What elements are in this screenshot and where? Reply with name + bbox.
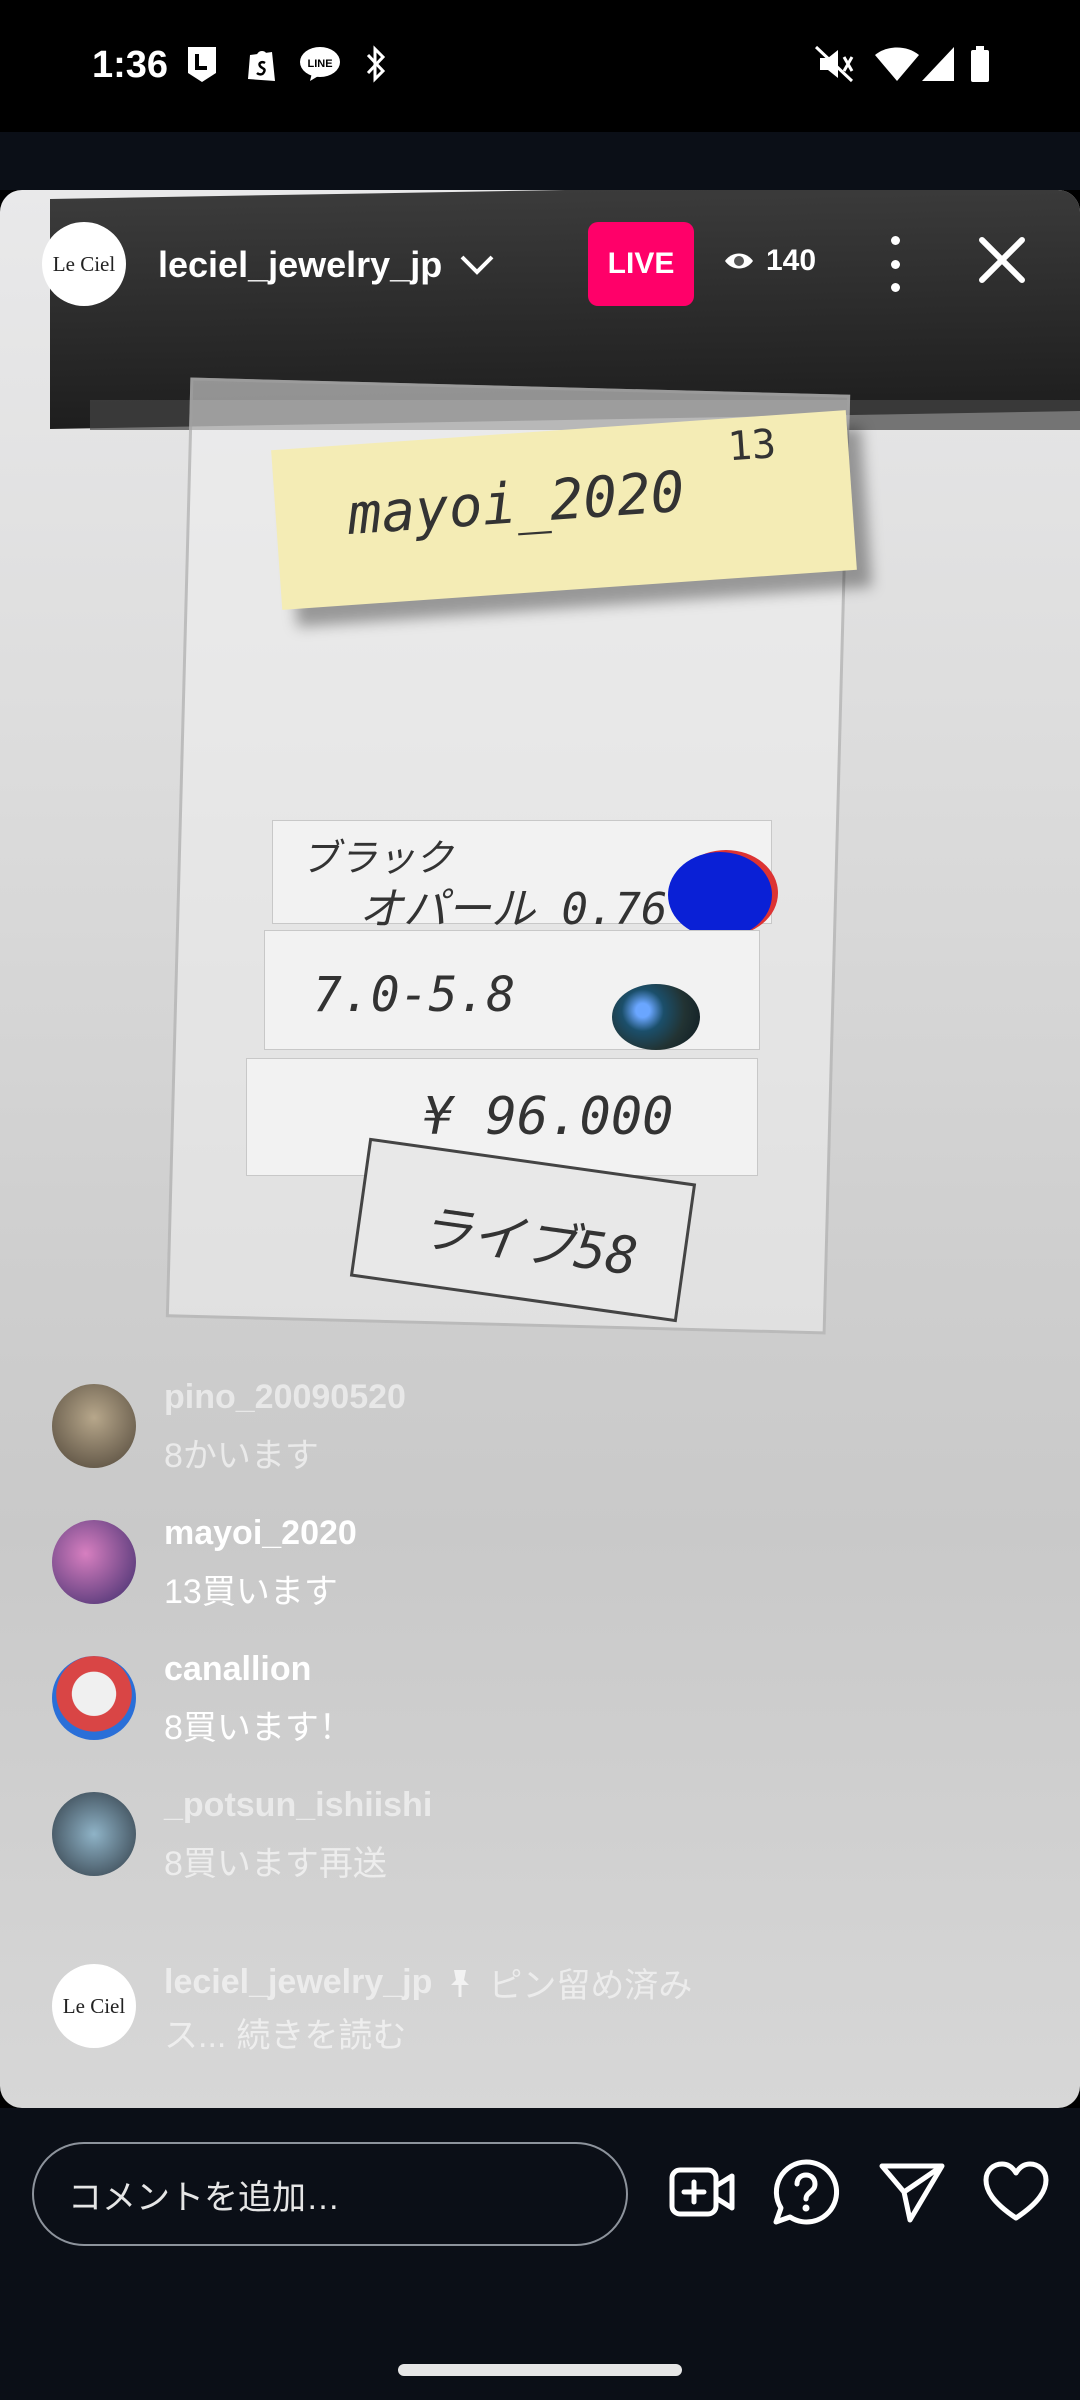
pin-icon bbox=[451, 1969, 470, 1997]
comment-avatar bbox=[52, 1520, 136, 1604]
dot bbox=[890, 283, 900, 292]
send-icon[interactable] bbox=[878, 2158, 946, 2226]
shopify-icon bbox=[242, 44, 282, 84]
dot bbox=[890, 236, 900, 245]
pinned-avatar-text: Le Ciel bbox=[62, 1993, 126, 2018]
comment-avatar bbox=[52, 1792, 136, 1876]
pinned-avatar: Le Ciel bbox=[52, 1964, 136, 2048]
line-badge-text: LINE bbox=[307, 58, 332, 70]
question-icon[interactable] bbox=[772, 2158, 840, 2226]
host-avatar-text: Le Ciel bbox=[52, 251, 116, 276]
sticky-number: 13 bbox=[726, 421, 778, 471]
close-icon[interactable] bbox=[974, 232, 1030, 288]
comment-bar: コメントを追加… bbox=[0, 2108, 1080, 2400]
comment-avatar bbox=[52, 1656, 136, 1740]
label-line2: オパール 0.76 bbox=[359, 884, 668, 935]
comment-text: 8買います再送 bbox=[164, 1845, 387, 1883]
status-spacer bbox=[0, 132, 1080, 190]
more-options-button[interactable] bbox=[880, 236, 910, 292]
comment-user: _potsun_ishiishi bbox=[164, 1786, 433, 1824]
comment-text: 8買います！ bbox=[164, 1709, 353, 1747]
status-time: 1:36 bbox=[92, 44, 169, 86]
signal-icon bbox=[918, 44, 958, 84]
line-l-icon bbox=[182, 44, 222, 84]
label-live: ライブ58 bbox=[416, 1197, 641, 1288]
mute-icon bbox=[812, 44, 856, 84]
eye-icon bbox=[725, 253, 753, 269]
blue-dot-sticker bbox=[668, 852, 772, 938]
comment-user: canallion bbox=[164, 1650, 312, 1688]
sticky-name: mayoi_2020 bbox=[345, 459, 687, 549]
comment-text: 8かいます bbox=[164, 1437, 319, 1475]
add-video-icon[interactable] bbox=[668, 2158, 736, 2226]
bluetooth-icon bbox=[362, 44, 390, 84]
dot bbox=[890, 259, 900, 269]
pinned-header: leciel_jewelry_jp ピン留め済み bbox=[164, 1958, 692, 2007]
wifi-icon bbox=[872, 44, 922, 84]
read-more-link[interactable]: 続きを読む bbox=[236, 2008, 406, 2057]
heart-icon[interactable] bbox=[982, 2158, 1050, 2226]
viewer-count-button[interactable]: 140 bbox=[724, 244, 816, 278]
battery-icon bbox=[966, 44, 994, 84]
home-indicator[interactable] bbox=[398, 2364, 682, 2376]
comment-user: mayoi_2020 bbox=[164, 1514, 357, 1552]
label-price: ¥ 96.000 bbox=[423, 1087, 674, 1147]
comment-placeholder: コメントを追加… bbox=[68, 2178, 340, 2217]
viewer-count: 140 bbox=[766, 244, 817, 277]
comment-input[interactable]: コメントを追加… bbox=[32, 2142, 628, 2246]
comment-avatar bbox=[52, 1384, 136, 1468]
chevron-down-icon bbox=[460, 255, 494, 275]
pinned-label: ピン留め済み bbox=[488, 1967, 693, 2005]
host-username: leciel_jewelry_jp bbox=[158, 244, 443, 285]
comment-user: pino_20090520 bbox=[164, 1378, 406, 1416]
status-bar: 1:36 LINE bbox=[0, 0, 1080, 132]
pinned-preview: ス... bbox=[164, 2017, 227, 2055]
opal-stone bbox=[612, 984, 700, 1050]
host-avatar[interactable]: Le Ciel bbox=[42, 222, 126, 306]
host-username-button[interactable]: leciel_jewelry_jp bbox=[158, 244, 494, 286]
live-label: LIVE bbox=[607, 247, 675, 280]
live-badge: LIVE bbox=[588, 222, 694, 306]
line-chat-icon: LINE bbox=[296, 44, 344, 84]
pinned-user: leciel_jewelry_jp bbox=[164, 1963, 433, 2001]
label-size: 7.0-5.8 bbox=[313, 967, 516, 1023]
pinned-text: ス... 続きを読む bbox=[164, 2008, 406, 2057]
comment-text: 13買います bbox=[164, 1573, 338, 1611]
